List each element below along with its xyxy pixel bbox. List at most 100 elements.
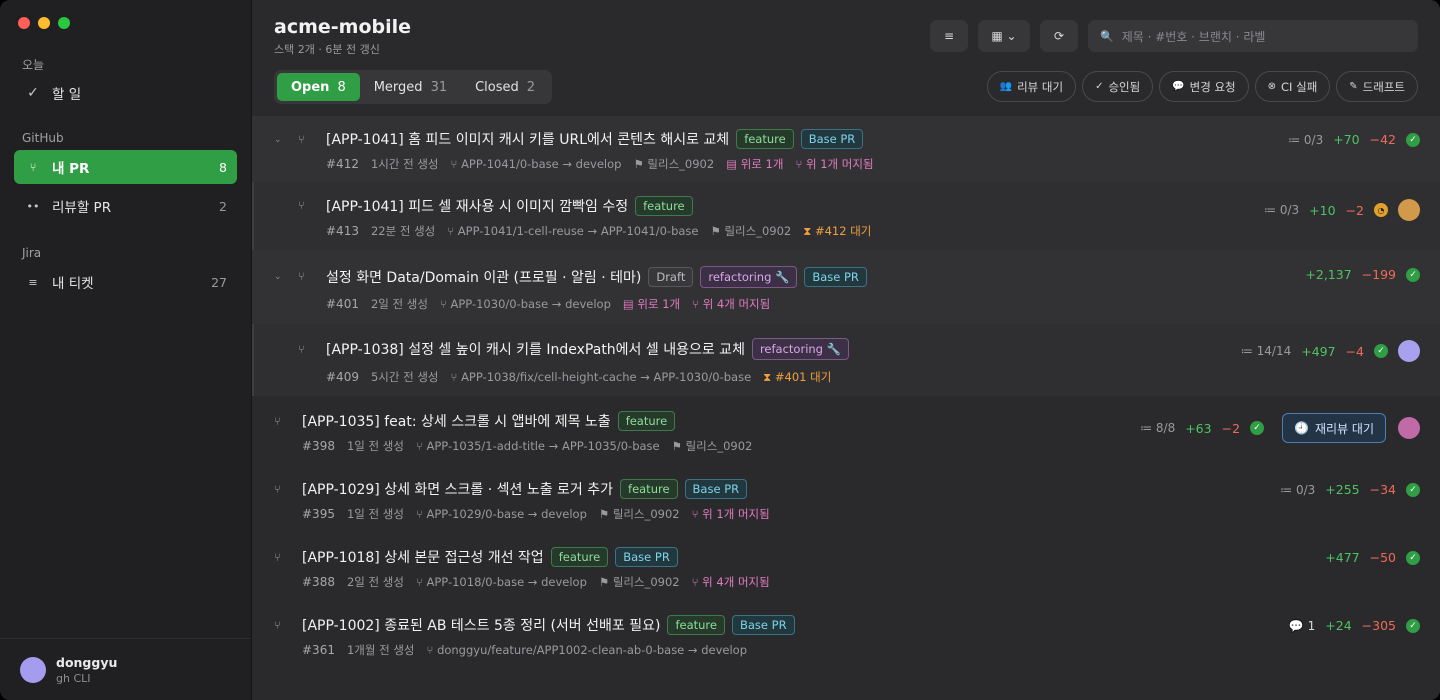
branch-icon: ⑂ (274, 551, 281, 564)
tab-label: Open (291, 79, 330, 95)
pr-age: 22분 전 생성 (370, 224, 436, 238)
merged-above: ⑂ 위 1개 머지됨 (795, 157, 874, 171)
filter-chips: 👥 리뷰 대기 ✓ 승인됨 💬 변경 요청 ⊗ CI 실패 ✎ 드래프트 (986, 71, 1418, 102)
label-tag: Base PR (615, 547, 678, 567)
branch-text: APP-1029/0-base → develop (426, 507, 587, 521)
branch-icon: ⑂ (274, 619, 281, 632)
chip-label: 드래프트 (1362, 79, 1405, 94)
pr-row-395[interactable]: ⑂ [APP-1029] 상세 화면 스크롤 · 섹션 노출 로거 추가 fea… (252, 466, 1440, 534)
pr-milestone: ⚑ 릴리스_0902 (598, 507, 680, 521)
chip-label: CI 실패 (1281, 79, 1318, 94)
pr-title-group: [APP-1035] feat: 상세 스크롤 시 앱바에 제목 노출 feat… (302, 411, 676, 431)
pr-row-398[interactable]: ⑂ [APP-1035] feat: 상세 스크롤 시 앱바에 제목 노출 fe… (252, 398, 1440, 466)
stack-up-text: 위로 1개 (637, 297, 681, 311)
pr-number: #409 (326, 370, 359, 384)
tab-count: 8 (337, 79, 346, 95)
additions: +255 (1325, 482, 1360, 497)
stack-up-text: 위로 1개 (740, 157, 784, 171)
chevron-down-icon[interactable]: ⌄ (274, 272, 282, 282)
pr-branch: ⑂ APP-1030/0-base → develop (439, 297, 611, 311)
state-tabs: Open 8 Merged 31 Closed 2 (274, 70, 553, 104)
chip-label: 변경 요청 (1189, 79, 1236, 94)
pr-meta: #413 22분 전 생성 ⑂ APP-1041/1-cell-reuse → … (326, 223, 871, 239)
branch-text: donggyu/feature/APP1002-clean-ab-0-base … (437, 643, 747, 657)
pr-age: 2일 전 생성 (346, 575, 404, 589)
checkmark-icon: ✓ (27, 85, 39, 101)
comment-text: 1 (1307, 618, 1316, 633)
pr-milestone: ⚑ 릴리스_0902 (598, 575, 680, 589)
avatar (20, 656, 46, 683)
pr-row-388[interactable]: ⑂ [APP-1018] 상세 본문 접근성 개선 작업 feature Bas… (252, 534, 1440, 602)
refresh-button[interactable]: ⟳ (1040, 20, 1078, 52)
minimize-window-button[interactable] (38, 17, 50, 29)
sidebar-item-count: 2 (219, 198, 227, 214)
sidebar-item-my-tickets[interactable]: ≡ 내 티켓 27 (14, 265, 237, 299)
review-text: 0/3 (1279, 203, 1300, 217)
search-input[interactable]: 🔍 제목 · #번호 · 브랜치 · 라벨 (1088, 20, 1418, 52)
pr-stats: ≔ 14/14 +497 −4 ✓ (1241, 340, 1420, 362)
additions: +2,137 (1305, 267, 1352, 282)
group-menu-button[interactable]: ▦ ⌄ (978, 20, 1030, 52)
branch-text: APP-1018/0-base → develop (426, 575, 587, 589)
user-name: donggyu (56, 654, 118, 670)
pr-row-361[interactable]: ⑂ [APP-1002] 종료된 AB 테스트 5종 정리 (서버 선배포 필요… (252, 602, 1440, 670)
reviewer-avatar[interactable] (1398, 417, 1420, 439)
label-tag: Draft (648, 267, 694, 287)
grid-icon: ▦ ⌄ (991, 29, 1017, 43)
page-subtitle: 스택 2개 · 6분 전 갱신 (274, 43, 380, 56)
pr-row-413[interactable]: ⑂ [APP-1041] 피드 셀 재사용 시 이미지 깜빡임 수정 featu… (252, 182, 1440, 250)
review-count: ≔ 0/3 (1264, 203, 1300, 217)
milestone-text: 릴리스_0902 (647, 157, 715, 171)
speech-bubble-icon: 💬 (1172, 81, 1185, 92)
filter-draft[interactable]: ✎ 드래프트 (1336, 71, 1418, 102)
zoom-window-button[interactable] (58, 17, 70, 29)
review-text: 0/3 (1295, 482, 1316, 497)
sidebar-item-todo[interactable]: ✓ 할 일 (14, 76, 237, 110)
tab-merged[interactable]: Merged 31 (360, 73, 461, 101)
merged-above: ⑂ 위 1개 머지됨 (691, 507, 770, 521)
tab-closed[interactable]: Closed 2 (461, 73, 549, 101)
label-tag: feature (550, 547, 609, 567)
merged-above-text: 위 4개 머지됨 (702, 297, 771, 311)
pr-age: 1일 전 생성 (346, 507, 404, 521)
user-profile[interactable]: donggyu gh CLI (0, 638, 251, 700)
pr-meta: #401 2일 전 생성 ⑂ APP-1030/0-base → develop… (326, 296, 770, 312)
waiting-on: ⧗ #401 대기 (763, 370, 832, 384)
refresh-icon: ⟳ (1053, 29, 1065, 43)
user-source: gh CLI (56, 671, 91, 685)
pr-row-401[interactable]: ⌄ ⑂ 설정 화면 Data/Domain 이관 (프로필 · 알림 · 테마)… (252, 250, 1440, 324)
list-icon: ≡ (943, 29, 955, 43)
close-window-button[interactable] (18, 17, 30, 29)
list-view-button[interactable]: ≡ (930, 20, 968, 52)
pr-row-409[interactable]: ⑂ [APP-1038] 설정 셀 높이 캐시 키를 IndexPath에서 셀… (252, 324, 1440, 396)
pr-number: #413 (326, 224, 359, 238)
reviewer-avatar[interactable] (1398, 340, 1420, 362)
pr-title-group: [APP-1041] 홈 피드 이미지 캐시 키를 URL에서 콘텐츠 해시로 … (326, 129, 864, 149)
branch-text: APP-1041/0-base → develop (461, 157, 622, 171)
milestone-text: 릴리스_0902 (612, 575, 680, 589)
sidebar-item-label: 내 PR (52, 161, 90, 177)
x-circle-icon: ⊗ (1267, 81, 1277, 92)
tab-count: 31 (430, 79, 448, 95)
sidebar-item-my-pr[interactable]: ⑂ 내 PR 8 (14, 150, 237, 184)
pr-row-412[interactable]: ⌄ ⑂ [APP-1041] 홈 피드 이미지 캐시 키를 URL에서 콘텐츠 … (252, 116, 1440, 182)
branch-icon: ⑂ (274, 483, 281, 496)
sidebar-item-review-pr[interactable]: •• 리뷰할 PR 2 (14, 189, 237, 223)
filter-changes-requested[interactable]: 💬 변경 요청 (1159, 71, 1249, 102)
filter-approved[interactable]: ✓ 승인됨 (1082, 71, 1154, 102)
tab-open[interactable]: Open 8 (277, 73, 360, 101)
review-count: ≔ 0/3 (1288, 132, 1324, 147)
pr-stats: +477 −50 ✓ (1325, 550, 1420, 565)
rereview-button[interactable]: 🕘 재리뷰 대기 (1282, 413, 1386, 443)
pr-branch: ⑂ APP-1035/1-add-title → APP-1035/0-base (415, 439, 660, 453)
pr-age: 1개월 전 생성 (346, 643, 415, 657)
pr-branch: ⑂ APP-1029/0-base → develop (415, 507, 587, 521)
search-placeholder: 제목 · #번호 · 브랜치 · 라벨 (1121, 29, 1266, 44)
merged-above: ⑂ 위 4개 머지됨 (692, 297, 771, 311)
pr-age: 1일 전 생성 (346, 439, 404, 453)
filter-ci-failed[interactable]: ⊗ CI 실패 (1254, 71, 1331, 102)
reviewer-avatar[interactable] (1398, 199, 1420, 221)
chevron-down-icon[interactable]: ⌄ (274, 135, 282, 145)
sidebar-item-label: 내 티켓 (52, 276, 94, 292)
filter-review-wait[interactable]: 👥 리뷰 대기 (986, 71, 1077, 102)
